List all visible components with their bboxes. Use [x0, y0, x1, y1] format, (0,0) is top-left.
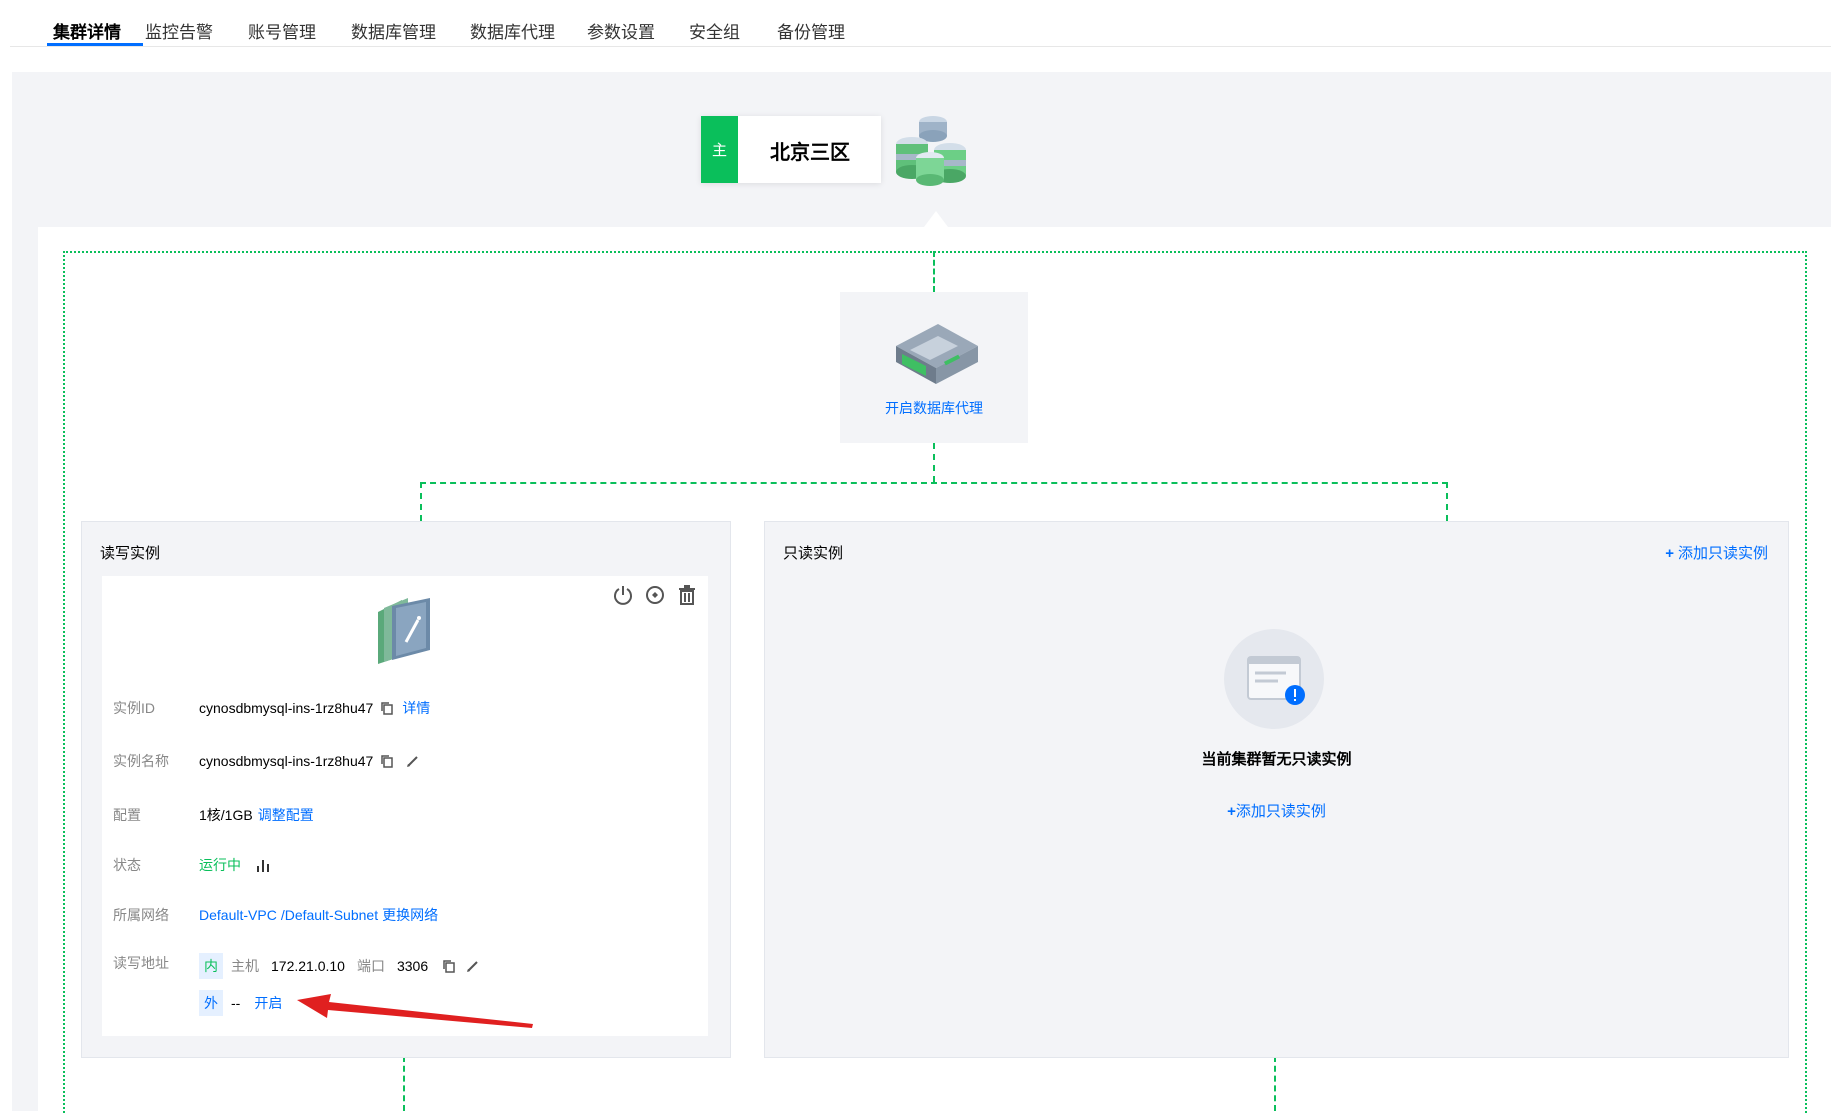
monitor-chart-icon[interactable]	[255, 857, 273, 873]
connector-proxy-down	[933, 443, 935, 482]
proxy-server-icon	[896, 324, 978, 384]
instance-name-row: 实例名称 cynosdbmysql-ins-1rz8hu47	[113, 751, 420, 771]
instance-name-label: 实例名称	[113, 753, 169, 769]
change-network-link[interactable]: 更换网络	[382, 905, 438, 925]
connector-right-bottom	[1274, 1056, 1276, 1111]
add-read-only-link-label: 添加只读实例	[1235, 803, 1326, 820]
restart-icon[interactable]	[642, 582, 668, 608]
config-label: 配置	[113, 807, 141, 823]
empty-state-text: 当前集群暂无只读实例	[1201, 751, 1352, 768]
internal-tag: 内	[199, 953, 223, 979]
external-tag: 外	[199, 990, 223, 1016]
external-address-value: --	[231, 995, 241, 1011]
instance-name-value: cynosdbmysql-ins-1rz8hu47	[199, 753, 374, 769]
enable-external-address-link[interactable]: 开启	[254, 993, 282, 1013]
tab-database-management[interactable]: 数据库管理	[351, 18, 436, 43]
read-only-instance-panel: 只读实例 + 添加只读实例 当前集群暂无只读实例 +添加只读实例	[764, 521, 1789, 1058]
external-address-row: 外 -- 开启	[199, 990, 282, 1016]
connector-left-bottom	[403, 1056, 405, 1111]
tab-parameter-settings[interactable]: 参数设置	[587, 18, 655, 43]
panel-notch	[924, 211, 948, 227]
connector-top	[933, 251, 935, 292]
instance-detail-link[interactable]: 详情	[402, 698, 430, 718]
tab-security-group[interactable]: 安全组	[689, 18, 740, 43]
instance-id-value: cynosdbmysql-ins-1rz8hu47	[199, 700, 374, 716]
adjust-config-link[interactable]: 调整配置	[258, 805, 314, 825]
instance-icon	[378, 598, 430, 664]
instance-card: 实例ID cynosdbmysql-ins-1rz8hu47 详情 实例名称 c…	[102, 576, 708, 1036]
add-read-only-instance-link[interactable]: +添加只读实例	[765, 800, 1788, 821]
config-value: 1核/1GB	[199, 807, 253, 823]
red-arrow-annotation-icon	[297, 994, 533, 1028]
rw-address-row: 读写地址 内 主机 172.21.0.10 端口 3306	[113, 953, 480, 979]
primary-tag: 主	[701, 116, 738, 183]
plus-icon: +	[1227, 803, 1236, 820]
read-write-instance-panel: 读写实例 实例ID cynosdbmysql-ins-1rz8hu47 详情 实…	[81, 521, 731, 1058]
instance-actions	[610, 582, 700, 608]
plus-icon: +	[1665, 545, 1674, 562]
active-tab-indicator	[47, 43, 143, 46]
copy-icon[interactable]	[380, 701, 394, 715]
region-card: 主 北京三区	[701, 116, 881, 183]
connector-horizontal	[420, 482, 1448, 484]
instance-id-row: 实例ID cynosdbmysql-ins-1rz8hu47 详情	[113, 698, 430, 718]
tab-backup-management[interactable]: 备份管理	[777, 18, 845, 43]
copy-icon[interactable]	[380, 754, 394, 768]
network-row: 所属网络 Default-VPC /Default-Subnet 更换网络	[113, 905, 438, 925]
status-value: 运行中	[199, 857, 241, 873]
port-label: 端口	[356, 958, 385, 974]
tab-monitoring-alerts[interactable]: 监控告警	[145, 18, 213, 43]
tab-cluster-details[interactable]: 集群详情	[53, 18, 121, 43]
host-value: 172.21.0.10	[271, 958, 345, 974]
status-row: 状态 运行中	[113, 855, 273, 875]
subnet-link[interactable]: /Default-Subnet	[281, 907, 378, 923]
copy-icon[interactable]	[442, 959, 456, 973]
tab-account-management[interactable]: 账号管理	[248, 18, 316, 43]
edit-icon[interactable]	[466, 959, 480, 973]
vpc-link[interactable]: Default-VPC	[199, 907, 277, 923]
edit-icon[interactable]	[406, 754, 420, 768]
delete-icon[interactable]	[674, 582, 700, 608]
cluster-db-icon	[896, 116, 966, 186]
connector-left-down	[420, 482, 422, 521]
empty-state-icon	[1224, 629, 1324, 729]
config-row: 配置 1核/1GB 调整配置	[113, 805, 314, 825]
status-label: 状态	[113, 857, 141, 873]
rw-address-label: 读写地址	[113, 955, 169, 971]
connector-right-down	[1446, 482, 1448, 521]
host-label: 主机	[231, 958, 259, 974]
enable-database-proxy-link[interactable]: 开启数据库代理	[840, 398, 1028, 418]
read-only-panel-title: 只读实例	[783, 545, 844, 562]
region-name: 北京三区	[770, 142, 850, 164]
port-value: 3306	[396, 958, 429, 974]
tab-bar: 集群详情 监控告警 账号管理 数据库管理 数据库代理 参数设置 安全组 备份管理	[10, 0, 1831, 47]
add-read-only-instance-button[interactable]: + 添加只读实例	[1665, 542, 1768, 563]
add-read-only-label: 添加只读实例	[1677, 545, 1768, 562]
instance-id-label: 实例ID	[113, 700, 155, 716]
database-proxy-card: 开启数据库代理	[840, 292, 1028, 443]
network-label: 所属网络	[113, 907, 169, 923]
read-write-panel-title: 读写实例	[100, 545, 161, 562]
tab-database-proxy[interactable]: 数据库代理	[470, 18, 555, 43]
power-icon[interactable]	[610, 582, 636, 608]
